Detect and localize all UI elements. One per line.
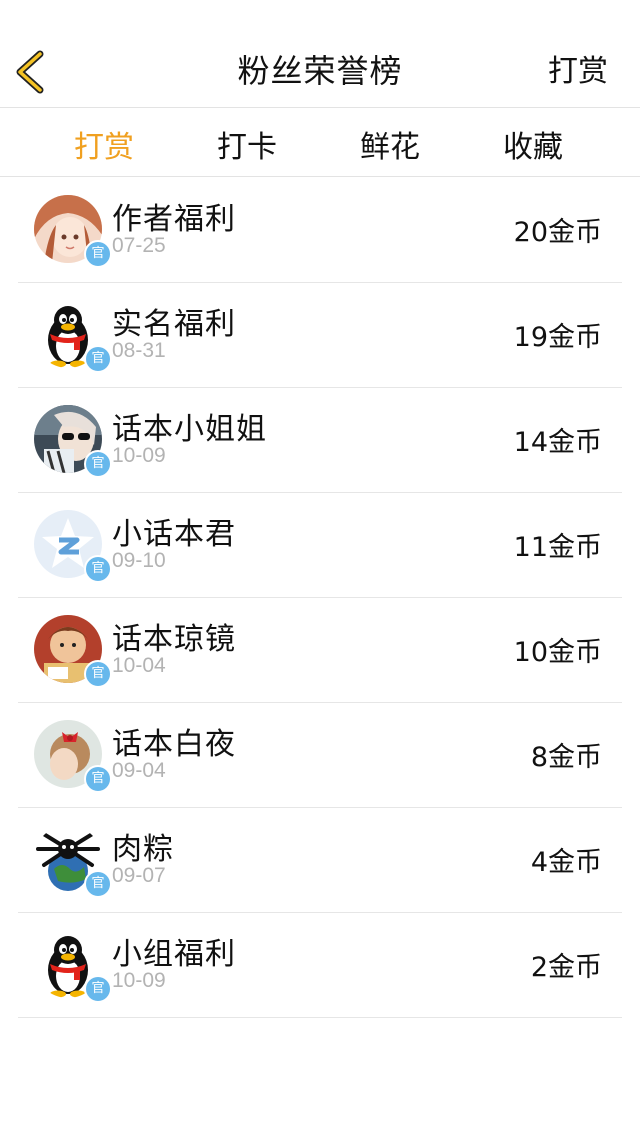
fan-date: 07-25 <box>112 234 166 257</box>
fan-date: 09-07 <box>112 864 166 887</box>
coin-amount: 8金币 <box>530 742 602 773</box>
fan-name: 话本琼镜 <box>112 622 236 657</box>
fan-name: 小话本君 <box>112 517 236 552</box>
coin-amount: 10金币 <box>513 637 602 668</box>
coin-amount: 4金币 <box>530 847 602 878</box>
coin-amount: 20金币 <box>513 217 602 248</box>
list-item[interactable]: 官 实名福利 08-31 19金币 <box>18 283 622 388</box>
coin-amount: 19金币 <box>513 322 602 353</box>
fan-date: 10-04 <box>112 654 166 677</box>
official-badge: 官 <box>84 240 112 268</box>
coin-amount: 11金币 <box>513 532 602 563</box>
fan-date: 08-31 <box>112 339 166 362</box>
list-item[interactable]: 官 小话本君 09-10 11金币 <box>18 493 622 598</box>
fan-date: 10-09 <box>112 444 166 467</box>
tab-favorites[interactable]: 收藏 <box>473 122 593 166</box>
coin-amount: 14金币 <box>513 427 602 458</box>
official-badge: 官 <box>84 660 112 688</box>
fan-name: 话本小姐姐 <box>112 412 267 447</box>
official-badge: 官 <box>84 345 112 373</box>
tab-checkin[interactable]: 打卡 <box>187 122 307 166</box>
list-item[interactable]: 官 小组福利 10-09 2金币 <box>18 913 622 1018</box>
fan-date: 10-09 <box>112 969 166 992</box>
official-badge: 官 <box>84 555 112 583</box>
official-badge: 官 <box>84 765 112 793</box>
fan-ranking-list: 官 作者福利 07-25 20金币 官 实名福利 08-31 19金币 官 话本… <box>0 178 640 1018</box>
coin-amount: 2金币 <box>530 952 602 983</box>
fan-name: 肉粽 <box>112 832 174 867</box>
fan-name: 作者福利 <box>112 202 236 237</box>
fan-date: 09-10 <box>112 549 166 572</box>
fan-name: 话本白夜 <box>112 727 236 762</box>
list-item[interactable]: 官 作者福利 07-25 20金币 <box>18 178 622 283</box>
tab-bar: 打赏 打卡 鲜花 收藏 <box>0 108 640 177</box>
list-item[interactable]: 官 肉粽 09-07 4金币 <box>18 808 622 913</box>
official-badge: 官 <box>84 450 112 478</box>
list-item[interactable]: 官 话本琼镜 10-04 10金币 <box>18 598 622 703</box>
fan-name: 小组福利 <box>112 937 236 972</box>
tab-tip[interactable]: 打赏 <box>44 122 164 166</box>
official-badge: 官 <box>84 870 112 898</box>
list-item[interactable]: 官 话本白夜 09-04 8金币 <box>18 703 622 808</box>
fan-name: 实名福利 <box>112 307 236 342</box>
tab-flowers[interactable]: 鲜花 <box>330 122 450 166</box>
official-badge: 官 <box>84 975 112 1003</box>
page-title: 粉丝荣誉榜 <box>237 52 403 90</box>
list-item[interactable]: 官 话本小姐姐 10-09 14金币 <box>18 388 622 493</box>
tip-button[interactable]: 打赏 <box>548 46 608 90</box>
nav-bar: 粉丝荣誉榜 打赏 <box>0 0 640 108</box>
fan-date: 09-04 <box>112 759 166 782</box>
